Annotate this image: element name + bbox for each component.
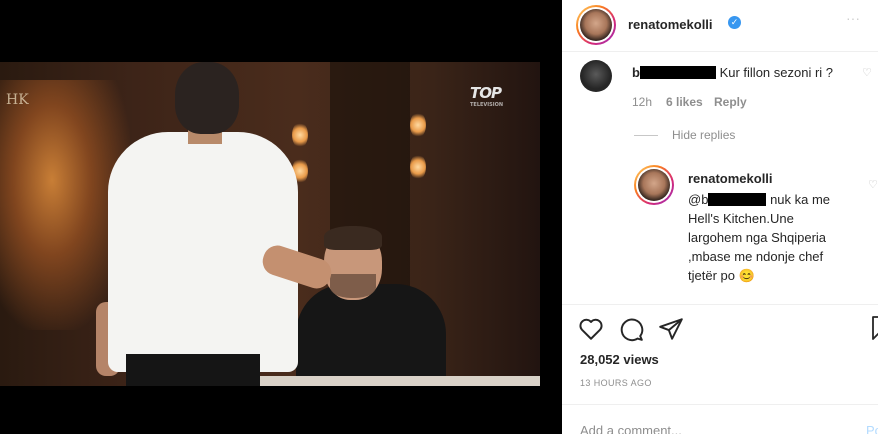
comment-input[interactable]: Add a comment... <box>580 423 682 434</box>
reply-text: @b nuk ka me Hell's Kitchen.Une largohem… <box>688 190 848 285</box>
seated-person-hair <box>324 226 382 250</box>
share-icon[interactable] <box>658 316 684 342</box>
author-avatar[interactable] <box>576 5 616 45</box>
seated-person-beard <box>330 274 376 298</box>
post-panel: renatomekolli ✓ ··· b Kur fillon sezoni … <box>562 0 878 434</box>
standing-person-head <box>175 62 239 134</box>
reply-like-icon[interactable]: ♡ <box>868 180 878 191</box>
view-count[interactable]: 28,052 views <box>580 352 659 367</box>
heart-icon[interactable] <box>578 316 604 342</box>
post-timestamp: 13 HOURS AGO <box>580 378 652 388</box>
hide-replies-button[interactable]: Hide replies <box>672 128 735 142</box>
comment-text: b Kur fillon sezoni ri ? <box>632 63 833 82</box>
comment-body: Kur fillon sezoni ri ? <box>719 65 834 80</box>
table <box>260 376 540 386</box>
comment-reply-button[interactable]: Reply <box>714 95 747 109</box>
more-options-icon[interactable]: ··· <box>846 10 860 26</box>
wall-light <box>410 154 426 180</box>
divider <box>562 404 878 405</box>
channel-logo-top: TOP TELEVISION <box>470 84 504 108</box>
comment-time: 12h <box>632 95 653 109</box>
post-button[interactable]: Po <box>866 423 878 434</box>
wall-light <box>292 122 308 148</box>
commenter-username[interactable]: b <box>632 65 640 80</box>
wall-light <box>410 112 426 138</box>
video-frame[interactable]: HK TOP TELEVISION <box>0 62 540 386</box>
comment-likes[interactable]: 6 likes <box>666 95 703 109</box>
reply-author-username[interactable]: renatomekolli <box>688 171 773 186</box>
reply-mention[interactable]: @b <box>688 192 708 207</box>
reply-author-avatar[interactable] <box>634 165 674 205</box>
comment-icon[interactable] <box>618 316 644 342</box>
standing-person-pants <box>126 354 260 386</box>
redacted-username <box>639 66 716 79</box>
video-player[interactable]: HK TOP TELEVISION <box>0 0 562 434</box>
seated-person-body <box>296 284 446 386</box>
channel-logo-hk: HK <box>6 92 29 108</box>
post-header: renatomekolli ✓ ··· <box>562 0 878 52</box>
replies-line <box>634 135 658 136</box>
comment-like-icon[interactable]: ♡ <box>862 68 872 79</box>
redacted-mention <box>708 193 767 206</box>
author-username[interactable]: renatomekolli <box>628 17 713 32</box>
commenter-avatar[interactable] <box>580 60 612 92</box>
bookmark-icon[interactable] <box>872 316 878 340</box>
divider <box>562 304 878 305</box>
verified-icon: ✓ <box>728 16 741 29</box>
